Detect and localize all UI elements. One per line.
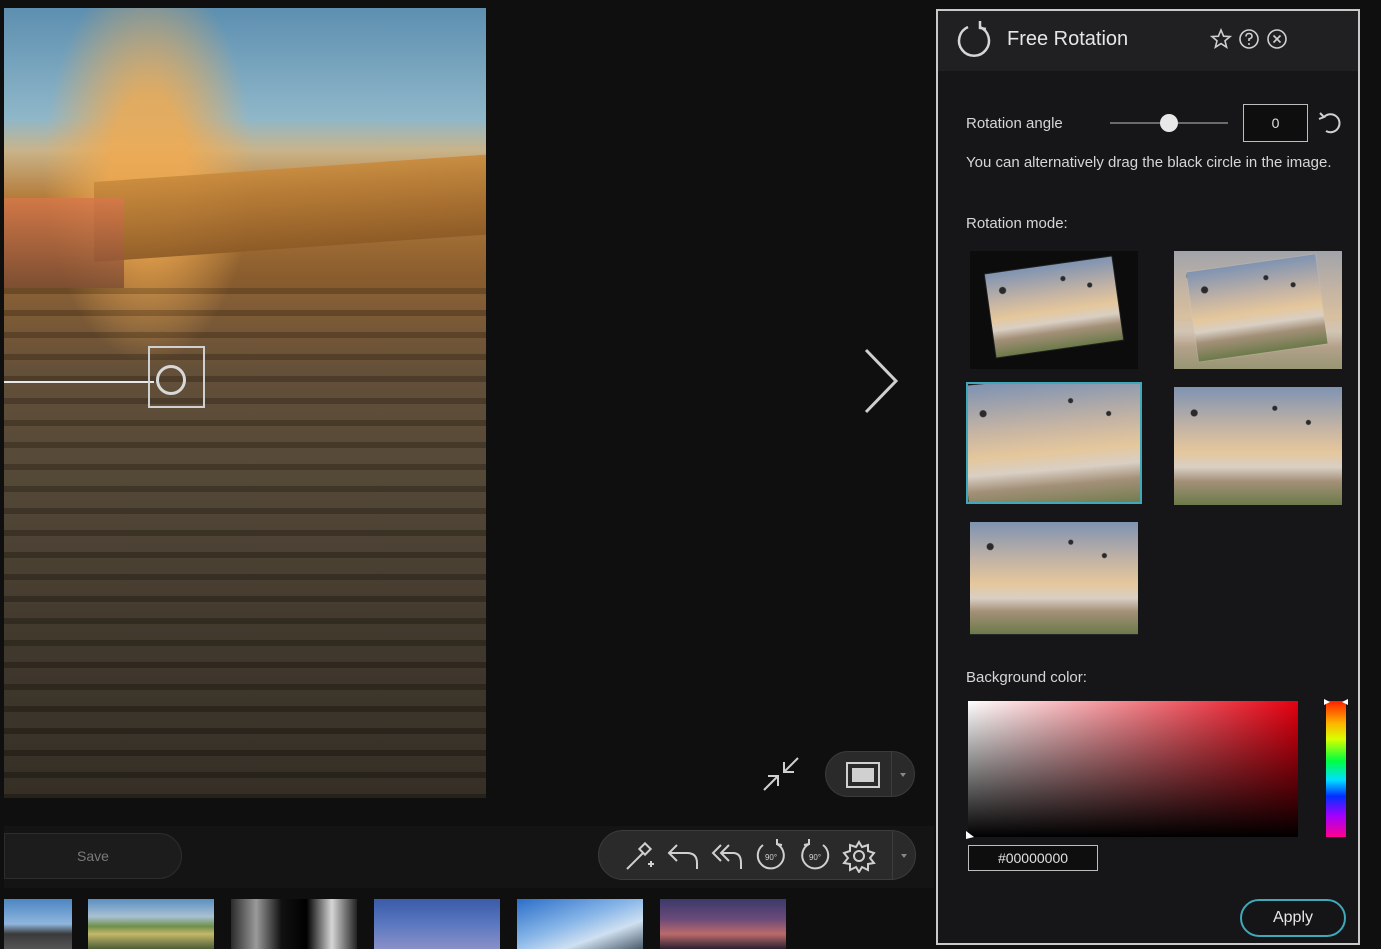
rotation-mode-preview xyxy=(1174,387,1342,505)
thumbnail[interactable] xyxy=(231,899,357,949)
undo-icon[interactable] xyxy=(665,839,701,873)
rotate-left-90-icon[interactable]: 90° xyxy=(753,839,789,873)
chevron-down-icon xyxy=(900,773,906,777)
image-cliff-strata xyxy=(4,288,486,798)
panel-header: Free Rotation xyxy=(938,11,1358,71)
thumbnail[interactable] xyxy=(88,899,214,949)
rotation-handle-circle[interactable] xyxy=(156,365,186,395)
color-picker-marker xyxy=(966,831,974,839)
undo-all-icon[interactable] xyxy=(709,839,745,873)
hue-slider-marker[interactable] xyxy=(1324,699,1348,705)
edit-tools-group: 90° 90° xyxy=(598,830,916,880)
chevron-right-icon[interactable] xyxy=(858,346,902,416)
help-icon[interactable] xyxy=(1238,28,1260,50)
main-image-canvas[interactable] xyxy=(4,8,486,798)
settings-icon[interactable] xyxy=(841,839,877,873)
rotate-icon xyxy=(957,21,991,57)
thumbnail[interactable] xyxy=(517,899,643,949)
rotation-mode-option-4[interactable] xyxy=(1174,387,1342,505)
magic-wand-icon[interactable] xyxy=(621,839,657,873)
rotation-mode-label: Rotation mode: xyxy=(966,215,1068,232)
hex-color-input[interactable] xyxy=(968,845,1098,871)
hue-slider[interactable] xyxy=(1326,701,1346,837)
rotation-mode-preview xyxy=(970,522,1138,634)
apply-button[interactable]: Apply xyxy=(1240,899,1346,937)
rotate-right-90-icon[interactable]: 90° xyxy=(797,839,833,873)
rotation-mode-preview xyxy=(1186,254,1328,362)
rotation-mode-option-3[interactable] xyxy=(966,382,1142,504)
thumbnail[interactable] xyxy=(4,899,72,949)
thumbnail[interactable] xyxy=(374,899,500,949)
view-mode-dropdown[interactable] xyxy=(891,752,914,796)
background-color-label: Background color: xyxy=(966,669,1087,686)
rotation-mode-option-2[interactable] xyxy=(1174,251,1342,369)
shrink-icon[interactable] xyxy=(760,754,802,794)
rotation-angle-slider-knob[interactable] xyxy=(1160,114,1178,132)
rotation-angle-label: Rotation angle xyxy=(966,115,1063,132)
panel-title: Free Rotation xyxy=(1007,28,1129,50)
image-rock-left xyxy=(4,198,124,288)
view-mode-button[interactable] xyxy=(825,751,915,797)
thumbnail[interactable] xyxy=(660,899,786,949)
svg-text:90°: 90° xyxy=(765,853,777,862)
rotation-mode-option-5[interactable] xyxy=(970,522,1138,640)
rotation-handle-line xyxy=(4,381,154,383)
rotation-mode-option-1[interactable] xyxy=(970,251,1138,369)
save-button[interactable]: Save xyxy=(4,833,182,879)
free-rotation-panel: Free Rotation Rotation angle You can alt… xyxy=(936,9,1360,945)
rotation-mode-preview xyxy=(968,384,1140,502)
rotation-hint: You can alternatively drag the black cir… xyxy=(966,154,1332,171)
reset-icon[interactable] xyxy=(1316,109,1344,137)
star-icon[interactable] xyxy=(1210,28,1232,50)
svg-text:90°: 90° xyxy=(809,853,821,862)
tools-dropdown[interactable] xyxy=(892,831,915,879)
close-icon[interactable] xyxy=(1266,28,1288,50)
rotation-angle-input[interactable] xyxy=(1243,104,1308,142)
rotation-mode-preview xyxy=(984,256,1124,358)
chevron-down-icon xyxy=(901,854,907,858)
image-rock-top xyxy=(94,154,486,262)
view-mode-icon xyxy=(846,762,880,788)
color-saturation-field[interactable] xyxy=(968,701,1298,837)
